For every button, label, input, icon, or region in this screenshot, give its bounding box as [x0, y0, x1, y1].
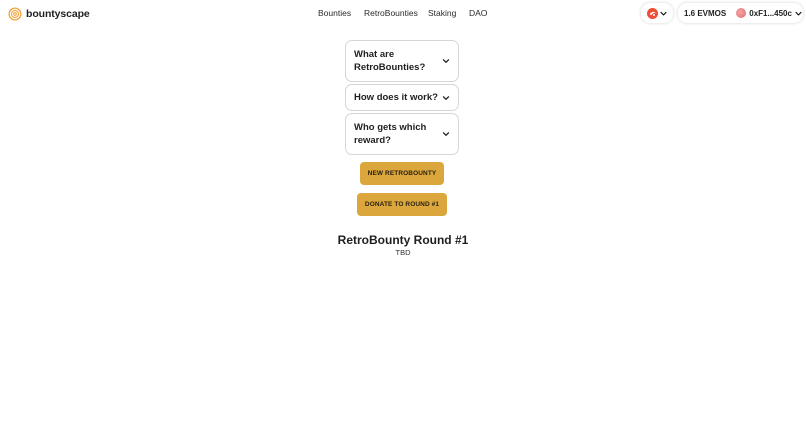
chevron-down-icon	[442, 59, 450, 63]
round-title: RetroBounty Round #1	[337, 233, 469, 247]
chevron-down-icon	[660, 11, 667, 16]
chevron-down-icon	[442, 132, 450, 136]
chevron-down-icon	[442, 95, 450, 100]
evmos-chain-icon	[647, 7, 658, 19]
faq-question: What are RetroBounties?	[354, 49, 426, 73]
spiral-logo-icon	[8, 7, 22, 20]
new-retrobounty-button[interactable]: NEW RETROBOUNTY	[360, 162, 444, 185]
wallet-address-box: 0xF1...450c	[736, 8, 802, 18]
round-subtitle: TBD	[395, 248, 411, 257]
nav-item-bounties[interactable]: Bounties	[318, 8, 351, 18]
faq-item-who-gets-which-reward[interactable]: Who gets which reward?	[345, 113, 459, 155]
faq-question: How does it work?	[354, 92, 438, 103]
nav-item-dao[interactable]: DAO	[469, 8, 487, 18]
wallet-address: 0xF1...450c	[749, 8, 792, 18]
avatar	[736, 8, 747, 18]
faq-item-how-does-it-work[interactable]: How does it work?	[345, 84, 459, 111]
brand[interactable]: bountyscape	[8, 6, 90, 21]
nav-item-staking[interactable]: Staking	[428, 8, 456, 18]
chain-selector-button[interactable]	[641, 3, 673, 23]
faq-item-what-are-retrobounties[interactable]: What are RetroBounties?	[345, 40, 459, 82]
chevron-down-icon	[795, 11, 802, 16]
faq-question: Who gets which reward?	[354, 122, 427, 146]
wallet-account-button[interactable]: 1.6 EVMOS 0xF1...450c	[678, 3, 803, 23]
brand-name: bountyscape	[26, 7, 90, 20]
wallet-balance: 1.6 EVMOS	[684, 8, 727, 18]
nav-item-retrobounties[interactable]: RetroBounties	[364, 8, 418, 18]
top-header: bountyscape Bounties RetroBounties Staki…	[0, 0, 806, 26]
donate-to-round-button[interactable]: DONATE TO ROUND #1	[357, 193, 447, 216]
